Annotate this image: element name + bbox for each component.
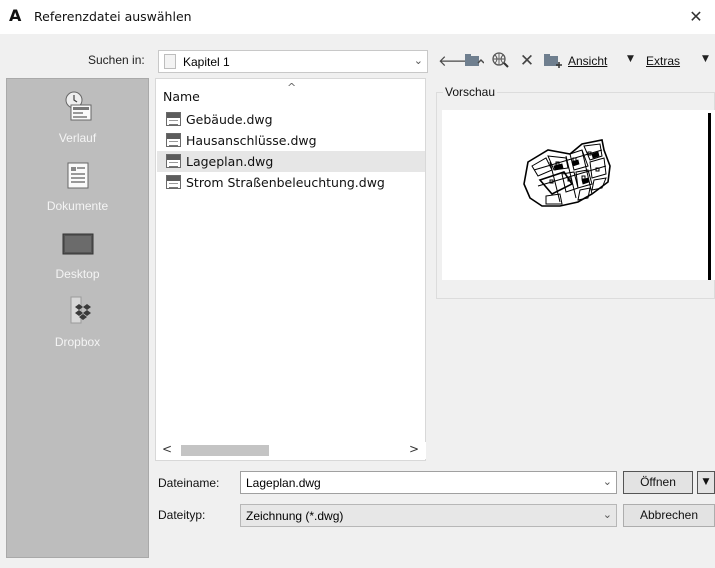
column-header-name[interactable]: Name xyxy=(163,89,200,104)
chevron-down-icon: ⌄ xyxy=(602,508,612,521)
cancel-button-label: Abbrechen xyxy=(639,508,699,522)
up-folder-icon[interactable] xyxy=(463,51,485,71)
dwg-file-icon xyxy=(166,133,181,147)
file-name: Gebäude.dwg xyxy=(186,112,273,127)
file-name: Strom Straßenbeleuchtung.dwg xyxy=(186,175,385,190)
preview-label: Vorschau xyxy=(443,85,498,99)
sort-ascending-icon: ^ xyxy=(287,81,297,94)
window-title: Referenzdatei auswählen xyxy=(34,9,192,24)
view-menu[interactable]: Ansicht xyxy=(568,54,607,68)
chevron-down-icon[interactable]: ⌄ xyxy=(603,475,612,488)
open-button-label: Öffnen xyxy=(640,475,676,489)
view-dropdown-icon[interactable]: ▼ xyxy=(627,54,634,64)
lookin-combo[interactable]: Kapitel 1 ⌄ xyxy=(158,50,428,73)
dwg-file-icon xyxy=(166,175,181,189)
search-web-icon[interactable] xyxy=(490,51,512,71)
dwg-file-icon xyxy=(166,112,181,126)
place-documents[interactable]: Dokumente xyxy=(7,161,148,213)
place-label-history: Verlauf xyxy=(58,131,97,145)
horizontal-scrollbar[interactable]: < > xyxy=(157,442,426,459)
scroll-thumb[interactable] xyxy=(181,445,269,456)
history-icon xyxy=(65,91,91,121)
autocad-a-icon: A xyxy=(9,6,22,25)
title-bar: A Referenzdatei auswählen ✕ xyxy=(0,0,715,34)
filetype-value: Zeichnung (*.dwg) xyxy=(246,509,344,523)
preview-scroll-edge xyxy=(708,113,711,280)
drawing-thumbnail xyxy=(523,139,611,207)
tools-dropdown-icon[interactable]: ▼ xyxy=(702,54,709,64)
scroll-right-icon[interactable]: > xyxy=(409,442,419,456)
file-row-selected[interactable]: Lageplan.dwg xyxy=(157,151,425,172)
chevron-down-icon: ⌄ xyxy=(413,54,423,67)
tools-menu-label: Extras xyxy=(646,54,681,68)
filename-input[interactable]: Lageplan.dwg ⌄ xyxy=(240,471,617,494)
back-arrow-icon[interactable]: 🡐 xyxy=(438,51,478,71)
places-bar: Verlauf Dokumente Desktop Dropbox xyxy=(6,78,149,558)
delete-icon[interactable]: ✕ xyxy=(516,51,538,71)
lookin-value: Kapitel 1 xyxy=(183,55,230,69)
open-button[interactable]: Öffnen xyxy=(623,471,693,494)
cancel-button[interactable]: Abbrechen xyxy=(623,504,715,527)
dwg-file-icon xyxy=(166,154,181,168)
place-history[interactable]: Verlauf xyxy=(7,89,148,145)
folder-icon xyxy=(164,54,176,69)
new-folder-icon[interactable] xyxy=(542,51,564,71)
file-list[interactable]: ^ Name Gebäude.dwg Hausanschlüsse.dwg La… xyxy=(155,78,426,461)
place-dropbox[interactable]: Dropbox xyxy=(7,295,148,349)
filename-value: Lageplan.dwg xyxy=(246,476,321,490)
file-name: Hausanschlüsse.dwg xyxy=(186,133,317,148)
place-label-dropbox: Dropbox xyxy=(54,335,101,349)
tools-menu[interactable]: Extras xyxy=(646,54,680,68)
filetype-label: Dateityp: xyxy=(158,508,206,522)
lookin-label: Suchen in: xyxy=(88,53,145,67)
documents-icon xyxy=(67,162,88,189)
filename-label: Dateiname: xyxy=(158,476,220,490)
file-name: Lageplan.dwg xyxy=(186,154,274,169)
filetype-select[interactable]: Zeichnung (*.dwg) ⌄ xyxy=(240,504,617,527)
file-row[interactable]: Hausanschlüsse.dwg xyxy=(157,130,425,151)
file-row[interactable]: Strom Straßenbeleuchtung.dwg xyxy=(157,172,425,193)
place-label-desktop: Desktop xyxy=(55,267,100,281)
dropbox-icon xyxy=(70,296,91,324)
file-row[interactable]: Gebäude.dwg xyxy=(157,109,425,130)
place-desktop[interactable]: Desktop xyxy=(7,229,148,281)
view-menu-label: Ansicht xyxy=(568,54,608,68)
preview-box xyxy=(442,110,715,280)
scroll-left-icon[interactable]: < xyxy=(162,442,172,456)
close-button[interactable]: ✕ xyxy=(681,4,711,30)
desktop-icon xyxy=(62,233,93,255)
toolbar: 🡐 ✕ Ansicht ▼ Extras ▼ xyxy=(436,50,715,73)
place-label-documents: Dokumente xyxy=(46,199,109,213)
open-options-dropdown-icon[interactable]: ▼ xyxy=(697,471,715,494)
